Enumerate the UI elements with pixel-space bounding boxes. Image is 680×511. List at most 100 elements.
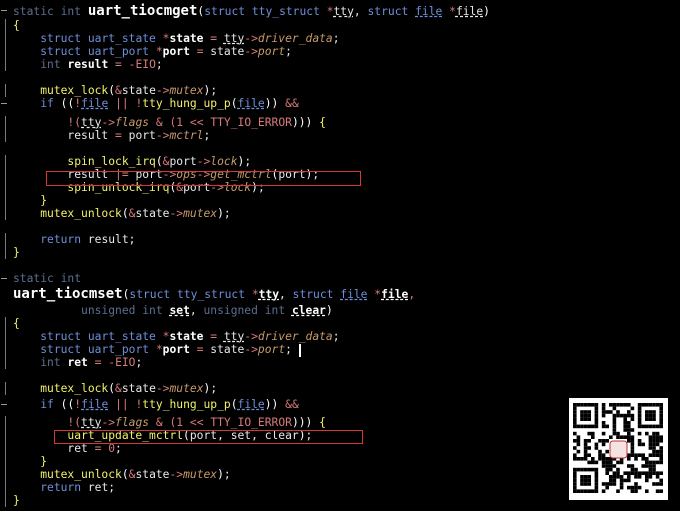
code-token: mutex: [169, 84, 204, 97]
fold-gutter-marker[interactable]: [1, 155, 7, 168]
code-token: & (: [149, 116, 177, 129]
code-token: ;: [203, 129, 211, 142]
code-line[interactable]: int ret = -EIO;: [13, 356, 142, 369]
fold-gutter-marker[interactable]: [1, 45, 7, 58]
code-line[interactable]: mutex_lock(&state->mutex);: [13, 382, 217, 395]
code-line[interactable]: }: [13, 455, 47, 468]
fold-gutter-marker[interactable]: [1, 442, 7, 455]
code-token: *: [155, 32, 170, 45]
code-line[interactable]: return result;: [13, 233, 135, 246]
code-line[interactable]: unsigned int set, unsigned int clear): [13, 304, 333, 317]
code-token: int: [40, 356, 61, 369]
code-token: ->: [101, 416, 116, 429]
code-token: port: [169, 155, 197, 168]
code-token: ->: [244, 330, 258, 343]
code-token: TTY_IO_ERROR: [210, 116, 292, 129]
code-line[interactable]: struct uart_port *port = state->port;: [13, 343, 292, 356]
code-token: {: [13, 317, 20, 330]
fold-gutter-marker[interactable]: [1, 116, 7, 129]
code-token: tty_hung_up_p: [142, 398, 231, 411]
code-line[interactable]: int result = -EIO;: [13, 58, 162, 71]
code-token: set: [169, 304, 190, 317]
code-line[interactable]: }: [13, 494, 20, 507]
fold-bar-icon: [5, 194, 6, 207]
code-token: file: [415, 5, 443, 18]
fold-gutter-marker[interactable]: [1, 168, 7, 181]
code-line[interactable]: mutex_lock(&state->mutex);: [13, 84, 217, 97]
fold-gutter-marker[interactable]: [1, 233, 7, 246]
code-line[interactable]: uart_tiocmset(struct tty_struct *tty, st…: [13, 287, 415, 302]
code-token: tty: [258, 288, 280, 301]
fold-bar-icon: [5, 246, 6, 259]
code-line[interactable]: static int uart_tiocmget(struct tty_stru…: [13, 4, 490, 19]
fold-gutter-marker[interactable]: [1, 481, 7, 494]
fold-gutter-marker[interactable]: [1, 97, 7, 110]
fold-dash-icon: [1, 10, 7, 11]
fold-gutter-marker[interactable]: [1, 4, 7, 17]
code-token: struct: [40, 330, 82, 343]
code-token: ->: [155, 84, 170, 97]
fold-bar-icon: [5, 181, 6, 194]
code-token: ((: [60, 398, 75, 411]
code-line[interactable]: if ((!file || !tty_hung_up_p(file)) &&: [13, 97, 299, 110]
fold-gutter-marker[interactable]: [1, 129, 7, 142]
fold-gutter-marker[interactable]: [1, 194, 7, 207]
code-token: !(: [67, 416, 82, 429]
code-line[interactable]: {: [13, 19, 20, 32]
code-line[interactable]: struct uart_state *state = tty->driver_d…: [13, 330, 340, 343]
fold-gutter-marker[interactable]: [1, 429, 7, 442]
code-token: (: [121, 468, 129, 481]
fold-gutter-marker[interactable]: [1, 416, 7, 429]
code-line[interactable]: {: [13, 317, 20, 330]
code-token: unsigned: [81, 304, 136, 317]
code-token: ): [483, 5, 490, 18]
code-line[interactable]: result = port->mctrl;: [13, 129, 210, 142]
fold-bar-icon: [5, 468, 6, 481]
code-line[interactable]: struct uart_state *state = tty->driver_d…: [13, 32, 339, 45]
code-line[interactable]: !(tty->flags & (1 << TTY_IO_ERROR))) {: [13, 116, 326, 129]
code-token: ;: [210, 84, 218, 97]
fold-gutter-marker[interactable]: [1, 272, 7, 285]
fold-gutter-marker[interactable]: [1, 494, 7, 507]
fold-gutter-marker[interactable]: [1, 343, 7, 356]
code-line[interactable]: if ((!file || !tty_hung_up_p(file)) &&: [13, 398, 299, 411]
code-line[interactable]: spin_lock_irq(&port->lock);: [13, 155, 251, 168]
code-token: {: [319, 116, 326, 129]
code-line[interactable]: mutex_unlock(&state->mutex);: [13, 207, 231, 220]
code-line[interactable]: !(tty->flags & (1 << TTY_IO_ERROR))) {: [13, 416, 326, 429]
fold-gutter-marker[interactable]: [1, 468, 7, 481]
fold-gutter-marker[interactable]: [1, 356, 7, 369]
code-token: ret: [87, 481, 109, 494]
code-token: ->: [244, 45, 258, 58]
fold-gutter-marker[interactable]: [1, 58, 7, 71]
fold-gutter-marker[interactable]: [1, 207, 7, 220]
code-token: ret: [67, 356, 88, 369]
fold-gutter-marker[interactable]: [1, 246, 7, 259]
code-token: EIO: [135, 58, 156, 71]
code-token: tty: [223, 330, 245, 343]
fold-gutter-marker[interactable]: [1, 398, 7, 411]
code-line[interactable]: }: [13, 194, 47, 207]
code-token: file: [455, 5, 484, 18]
fold-gutter-marker[interactable]: [1, 19, 7, 32]
fold-gutter-marker[interactable]: [1, 382, 7, 395]
fold-gutter-marker[interactable]: [1, 181, 7, 194]
code-line[interactable]: struct uart_port *port = state->port;: [13, 45, 292, 58]
fold-gutter-marker[interactable]: [1, 330, 7, 343]
fold-gutter-marker[interactable]: [1, 84, 7, 97]
code-token: uart_port: [87, 45, 150, 58]
fold-gutter-marker[interactable]: [1, 455, 7, 468]
fold-gutter-marker[interactable]: [1, 32, 7, 45]
code-line[interactable]: static int: [13, 272, 81, 285]
code-line[interactable]: }: [13, 246, 20, 259]
code-line[interactable]: mutex_unlock(&state->mutex);: [13, 468, 231, 481]
code-token: if: [40, 398, 54, 411]
code-token: ;: [332, 330, 340, 343]
fold-gutter-marker[interactable]: [1, 317, 7, 330]
code-line[interactable]: return ret;: [13, 481, 115, 494]
code-token: || !: [108, 97, 143, 110]
